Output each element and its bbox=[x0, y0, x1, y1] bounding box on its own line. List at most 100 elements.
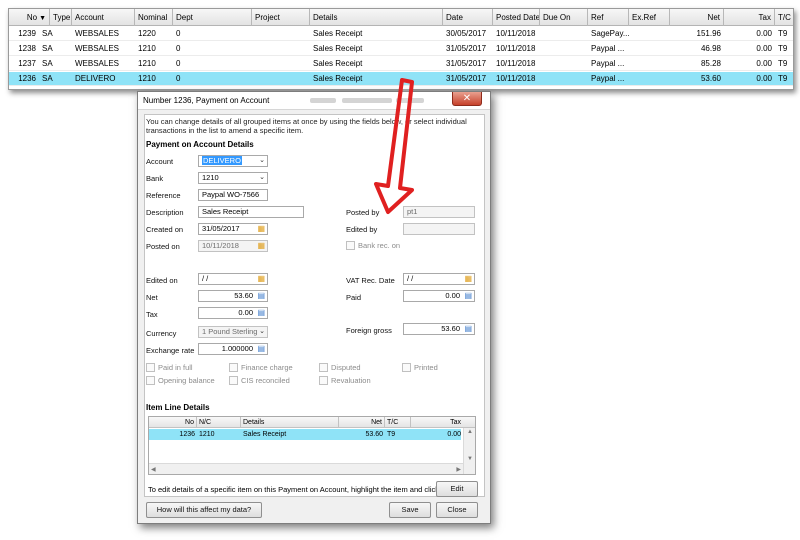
paid-in-full-label: Paid in full bbox=[158, 363, 193, 372]
reference-label: Reference bbox=[146, 191, 181, 200]
close-button[interactable]: Close bbox=[436, 502, 478, 518]
currency-select: 1 Pound Sterling ⌄ bbox=[198, 326, 268, 338]
scroll-left-icon[interactable]: ◀ bbox=[151, 466, 156, 473]
bank-label: Bank bbox=[146, 174, 164, 183]
revaluation-checkbox bbox=[319, 376, 328, 385]
disputed-checkbox bbox=[319, 363, 328, 372]
chevron-down-icon: ⌄ bbox=[259, 328, 265, 335]
items-col-net[interactable]: Net bbox=[339, 417, 385, 428]
foreign-gross-input[interactable]: 53.60 ▤ bbox=[403, 323, 475, 335]
cis-reconciled-label: CIS reconciled bbox=[241, 376, 290, 385]
items-col-details[interactable]: Details bbox=[241, 417, 339, 428]
window-close-button[interactable]: ✕ bbox=[452, 92, 482, 106]
table-row[interactable]: 1237 SA WEBSALES 1210 0 Sales Receipt 31… bbox=[9, 57, 793, 71]
items-col-no[interactable]: No bbox=[149, 417, 197, 428]
finance-charge-checkbox bbox=[229, 363, 238, 372]
created-on-label: Created on bbox=[146, 225, 184, 234]
sort-desc-icon: ▼ bbox=[39, 15, 46, 22]
edited-on-label: Edited on bbox=[146, 276, 178, 285]
col-project[interactable]: Project bbox=[252, 9, 310, 26]
item-lines-grid[interactable]: No N/C Details Net T/C Tax 1236 1210 Sal… bbox=[148, 416, 476, 475]
col-ex-ref[interactable]: Ex.Ref bbox=[629, 9, 670, 26]
dialog-titlebar[interactable]: Number 1236, Payment on Account ✕ bbox=[138, 92, 490, 110]
col-details[interactable]: Details bbox=[310, 9, 443, 26]
paid-input[interactable]: 0.00 ▤ bbox=[403, 290, 475, 302]
scroll-right-icon[interactable]: ▶ bbox=[456, 466, 461, 473]
chevron-down-icon: ⌄ bbox=[259, 174, 265, 181]
col-tc[interactable]: T/C bbox=[775, 9, 793, 26]
tax-label: Tax bbox=[146, 310, 158, 319]
col-posted-date[interactable]: Posted Date bbox=[493, 9, 540, 26]
items-header: No N/C Details Net T/C Tax bbox=[149, 417, 475, 428]
paid-label: Paid bbox=[346, 293, 362, 302]
table-row[interactable]: 1239 SA WEBSALES 1220 0 Sales Receipt 30… bbox=[9, 27, 793, 41]
col-net[interactable]: Net bbox=[670, 9, 724, 26]
edited-on-date[interactable]: / / ▦ bbox=[198, 273, 268, 285]
col-tax[interactable]: Tax bbox=[724, 9, 775, 26]
items-col-nc[interactable]: N/C bbox=[197, 417, 241, 428]
items-col-tax[interactable]: Tax bbox=[411, 417, 463, 428]
paid-in-full-checkbox bbox=[146, 363, 155, 372]
col-type[interactable]: Type bbox=[50, 9, 72, 26]
created-on-date[interactable]: 31/05/2017 ▦ bbox=[198, 223, 268, 235]
exchange-rate-input[interactable]: 1.000000 ▤ bbox=[198, 343, 268, 355]
calculator-icon[interactable]: ▤ bbox=[257, 308, 265, 318]
calculator-icon[interactable]: ▤ bbox=[257, 291, 265, 301]
vat-rec-date-label: VAT Rec. Date bbox=[346, 276, 395, 285]
calculator-icon[interactable]: ▤ bbox=[257, 344, 265, 354]
description-label: Description bbox=[146, 208, 184, 217]
scroll-down-icon[interactable]: ▼ bbox=[467, 456, 473, 462]
col-account[interactable]: Account bbox=[72, 9, 135, 26]
edit-hint-text: To edit details of a specific item on th… bbox=[148, 485, 459, 494]
bank-select[interactable]: 1210 ⌄ bbox=[198, 172, 268, 184]
calculator-icon[interactable]: ▤ bbox=[464, 291, 472, 301]
red-arrow-annotation bbox=[374, 78, 414, 214]
opening-balance-label: Opening balance bbox=[158, 376, 215, 385]
net-label: Net bbox=[146, 293, 158, 302]
cis-reconciled-checkbox bbox=[229, 376, 238, 385]
edited-by-field bbox=[403, 223, 475, 235]
items-horizontal-scrollbar[interactable]: ◀ ▶ bbox=[149, 463, 463, 474]
bank-rec-checkbox bbox=[346, 241, 355, 250]
dialog-title: Number 1236, Payment on Account bbox=[143, 96, 270, 105]
currency-label: Currency bbox=[146, 329, 177, 338]
col-ref[interactable]: Ref bbox=[588, 9, 629, 26]
close-icon: ✕ bbox=[462, 93, 472, 104]
items-vertical-scrollbar[interactable]: ▲ ▼ bbox=[463, 428, 475, 474]
calendar-icon[interactable]: ▦ bbox=[257, 274, 265, 284]
item-row-selected[interactable]: 1236 1210 Sales Receipt 53.60 T9 0.00 bbox=[149, 429, 461, 440]
col-nominal[interactable]: Nominal bbox=[135, 9, 173, 26]
col-due-on[interactable]: Due On bbox=[540, 9, 588, 26]
calendar-icon[interactable]: ▦ bbox=[464, 274, 472, 284]
exchange-rate-label: Exchange rate bbox=[146, 346, 195, 355]
col-no[interactable]: No ▼ bbox=[9, 9, 50, 26]
net-input[interactable]: 53.60 ▤ bbox=[198, 290, 268, 302]
blurred-text bbox=[310, 98, 336, 103]
section-title-items: Item Line Details bbox=[146, 403, 210, 412]
posted-on-label: Posted on bbox=[146, 242, 180, 251]
chevron-down-icon: ⌄ bbox=[259, 157, 265, 164]
calendar-icon[interactable]: ▦ bbox=[257, 224, 265, 234]
col-date[interactable]: Date bbox=[443, 9, 493, 26]
finance-charge-label: Finance charge bbox=[241, 363, 293, 372]
how-will-this-affect-my-data-button[interactable]: How will this affect my data? bbox=[146, 502, 262, 518]
save-button[interactable]: Save bbox=[389, 502, 431, 518]
grid-header: No ▼ Type Account Nominal Dept Project De… bbox=[9, 9, 793, 26]
items-col-tc[interactable]: T/C bbox=[385, 417, 411, 428]
account-select[interactable]: DELIVERO ⌄ bbox=[198, 155, 268, 167]
printed-label: Printed bbox=[414, 363, 438, 372]
edit-button[interactable]: Edit bbox=[436, 481, 478, 497]
scroll-up-icon[interactable]: ▲ bbox=[467, 429, 473, 435]
calculator-icon[interactable]: ▤ bbox=[464, 324, 472, 334]
opening-balance-checkbox bbox=[146, 376, 155, 385]
col-dept[interactable]: Dept bbox=[173, 9, 252, 26]
posted-on-date: 10/11/2018 ▦ bbox=[198, 240, 268, 252]
reference-input[interactable]: Paypal WO-7566 bbox=[198, 189, 268, 201]
tax-input[interactable]: 0.00 ▤ bbox=[198, 307, 268, 319]
disputed-label: Disputed bbox=[331, 363, 361, 372]
foreign-gross-label: Foreign gross bbox=[346, 326, 392, 335]
vat-rec-date[interactable]: / / ▦ bbox=[403, 273, 475, 285]
revaluation-label: Revaluation bbox=[331, 376, 371, 385]
table-row[interactable]: 1238 SA WEBSALES 1210 0 Sales Receipt 31… bbox=[9, 42, 793, 56]
description-input[interactable]: Sales Receipt bbox=[198, 206, 304, 218]
